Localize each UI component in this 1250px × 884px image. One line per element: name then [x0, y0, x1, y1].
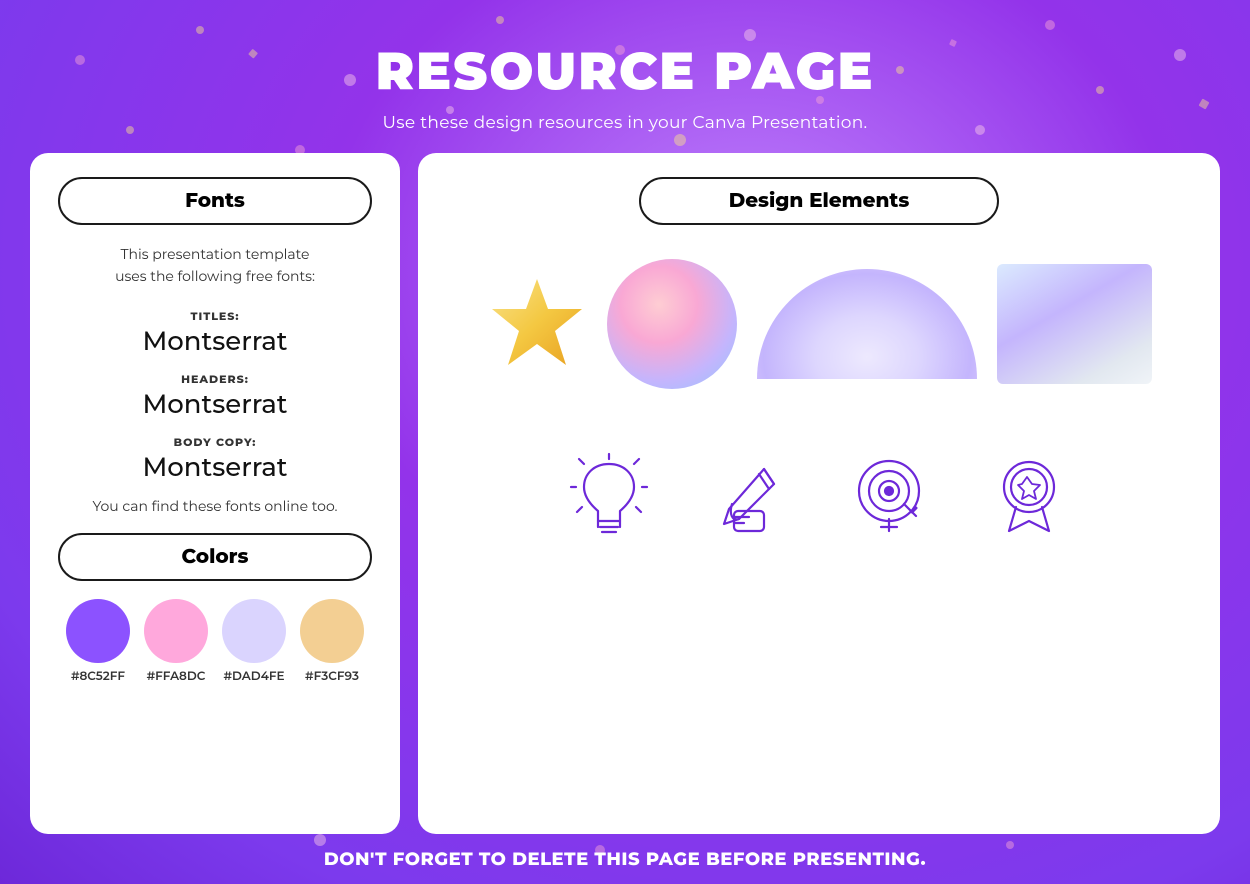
font-name-titles: Montserrat	[58, 325, 372, 357]
color-swatch-purple	[66, 599, 130, 663]
target-icon	[844, 449, 934, 539]
left-panel: Fonts This presentation templateuses the…	[30, 153, 400, 834]
lightbulb-icon	[564, 449, 654, 539]
color-item-purple: #8C52FF	[66, 599, 130, 684]
footer: DON'T FORGET TO DELETE THIS PAGE BEFORE …	[0, 834, 1250, 884]
color-item-yellow: #F3CF93	[300, 599, 364, 684]
color-hex-pink: #FFA8DC	[147, 669, 206, 684]
color-hex-lavender: #DAD4FE	[223, 669, 284, 684]
page-title: RESOURCE PAGE	[375, 40, 874, 103]
font-entry-body: BODY COPY: Montserrat	[58, 432, 372, 483]
font-name-headers: Montserrat	[58, 388, 372, 420]
pencil-hand-icon-item	[694, 439, 804, 549]
target-icon-item	[834, 439, 944, 549]
award-icon-item	[974, 439, 1084, 549]
color-swatch-yellow	[300, 599, 364, 663]
fonts-header: Fonts	[58, 177, 372, 225]
award-icon	[984, 449, 1074, 539]
gradient-circle	[607, 259, 737, 389]
font-entry-headers: HEADERS: Montserrat	[58, 369, 372, 420]
icons-row	[454, 439, 1184, 549]
right-panel: Design Elements	[418, 153, 1220, 834]
colors-header: Colors	[58, 533, 372, 581]
font-name-body: Montserrat	[58, 451, 372, 483]
color-item-lavender: #DAD4FE	[222, 599, 286, 684]
color-item-pink: #FFA8DC	[144, 599, 208, 684]
fonts-description: This presentation templateuses the follo…	[58, 243, 372, 288]
color-hex-purple: #8C52FF	[71, 669, 125, 684]
colors-row: #8C52FF #FFA8DC #DAD4FE #F3CF93	[58, 599, 372, 684]
color-swatch-lavender	[222, 599, 286, 663]
main-content: Fonts This presentation templateuses the…	[0, 153, 1250, 834]
design-elements-header: Design Elements	[639, 177, 999, 225]
fonts-note: You can find these fonts online too.	[58, 497, 372, 515]
gradient-semicircle	[757, 269, 977, 379]
color-swatch-pink	[144, 599, 208, 663]
footer-text: DON'T FORGET TO DELETE THIS PAGE BEFORE …	[324, 848, 926, 870]
lightbulb-icon-item	[554, 439, 664, 549]
color-hex-yellow: #F3CF93	[305, 669, 359, 684]
font-label-body: BODY COPY:	[174, 435, 257, 449]
star-shape	[487, 274, 587, 374]
shapes-row	[454, 249, 1184, 399]
page-wrapper: RESOURCE PAGE Use these design resources…	[0, 0, 1250, 884]
header: RESOURCE PAGE Use these design resources…	[355, 0, 894, 153]
gradient-square	[997, 264, 1152, 384]
pencil-hand-icon	[704, 449, 794, 539]
font-label-titles: TITLES:	[191, 309, 240, 323]
font-entry-titles: TITLES: Montserrat	[58, 306, 372, 357]
page-subtitle: Use these design resources in your Canva…	[375, 113, 874, 133]
font-label-headers: HEADERS:	[181, 372, 249, 386]
